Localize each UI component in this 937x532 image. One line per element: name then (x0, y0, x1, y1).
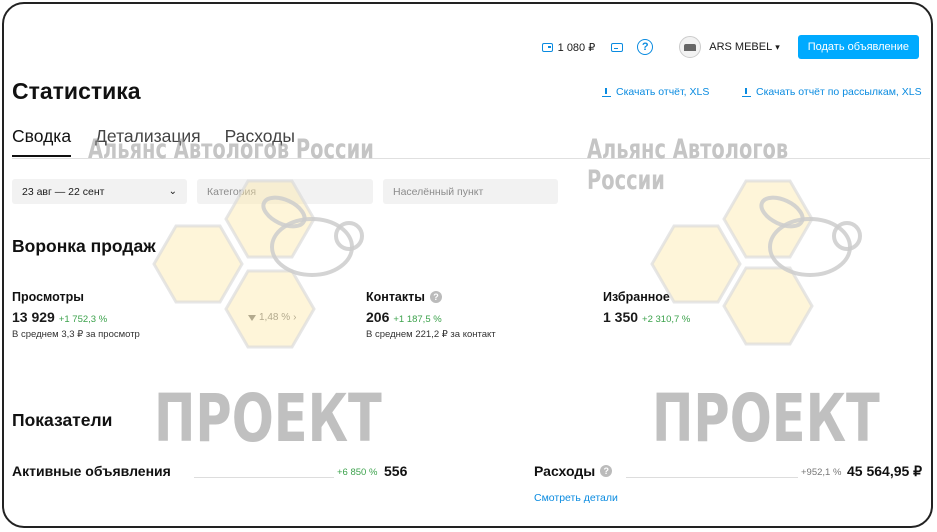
honeycomb-logo-left (152, 179, 316, 349)
watermark-org-right: Альянс Автологов России (587, 134, 789, 196)
watermark-project-left: ПРОЕКТ (154, 380, 382, 457)
honeycomb-logo-right (650, 179, 814, 346)
watermark-project-right: ПРОЕКТ (652, 380, 880, 457)
app-window: 1 080 ₽ ? ARS MEBEL ▾ Подать объявление … (2, 2, 933, 528)
watermark-org-left: Альянс Автологов России (88, 134, 374, 165)
